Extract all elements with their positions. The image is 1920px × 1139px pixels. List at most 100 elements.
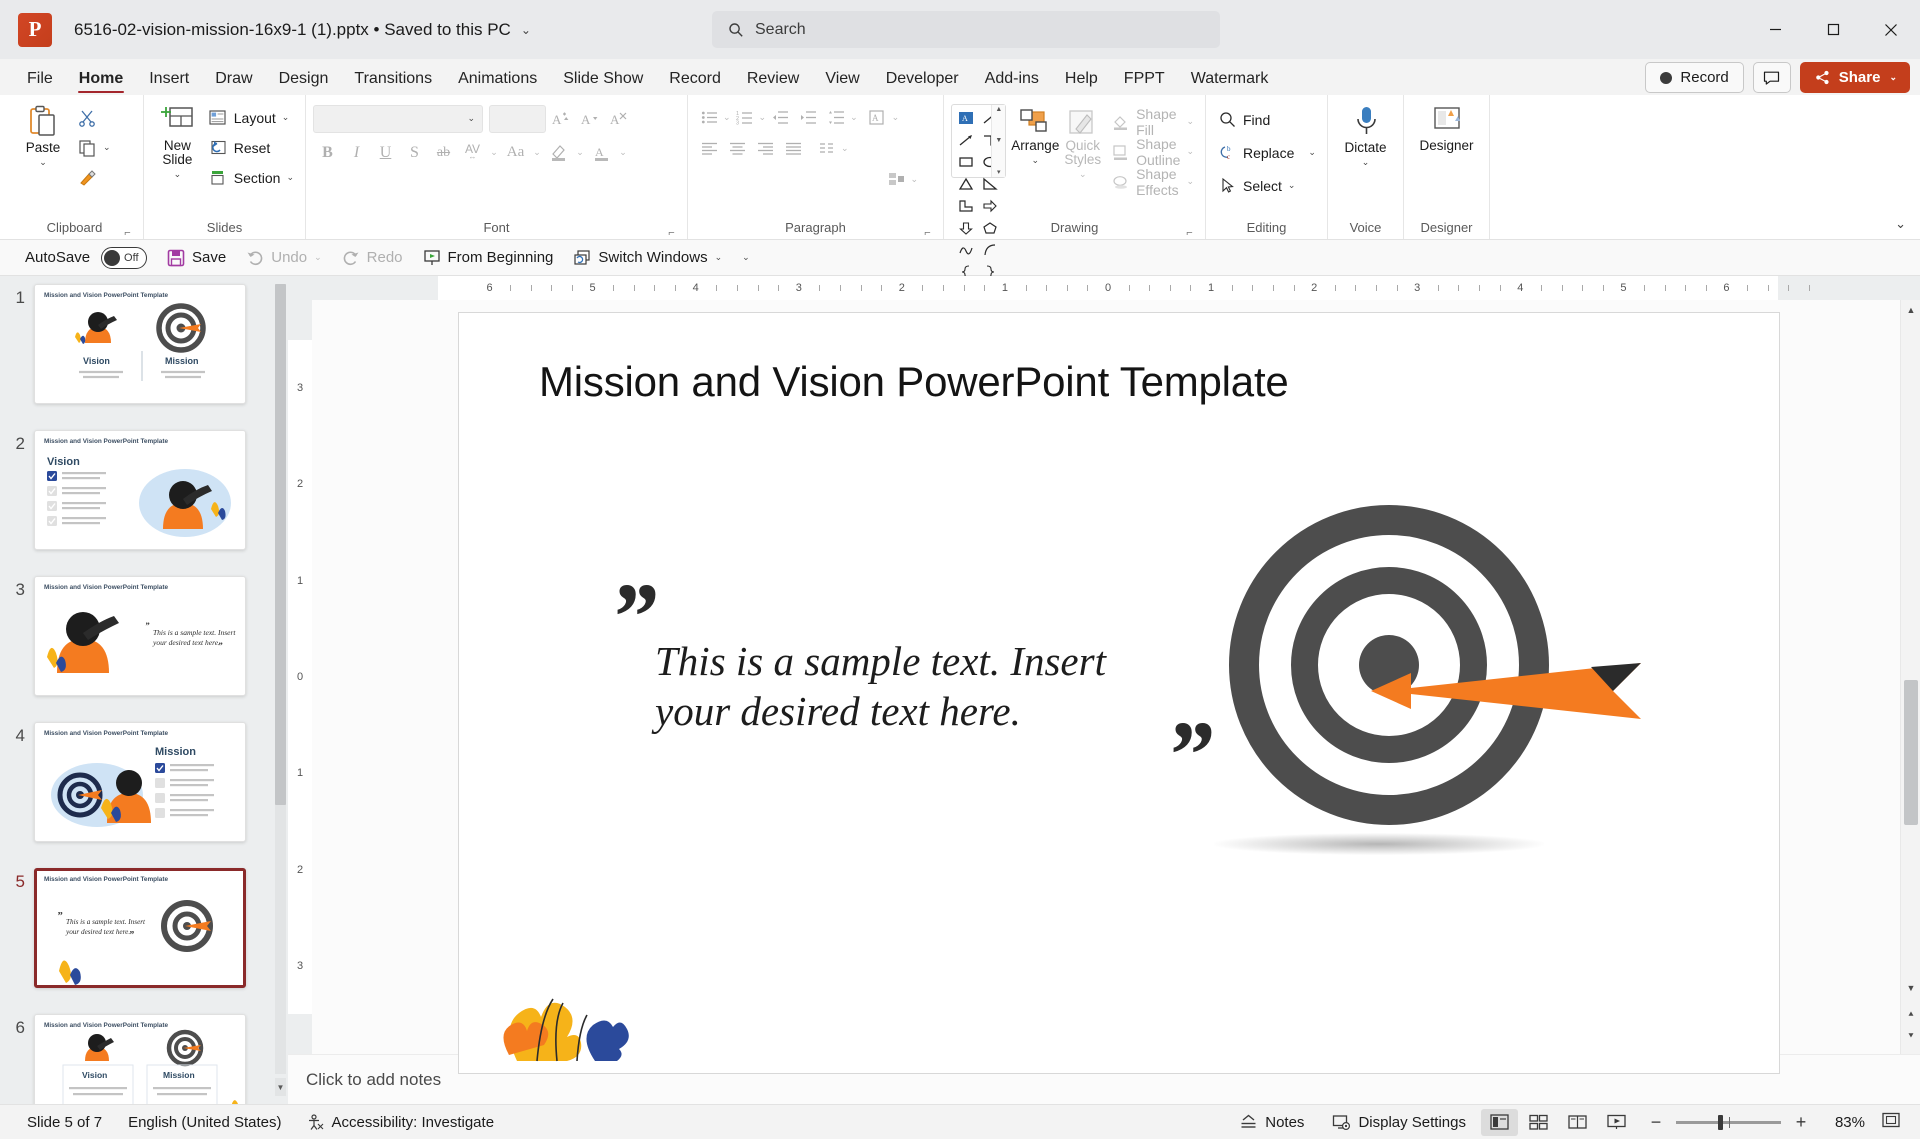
- list-item[interactable]: 5 Mission and Vision PowerPoint Template…: [0, 868, 288, 988]
- minimize-button[interactable]: [1746, 0, 1804, 59]
- tab-add-ins[interactable]: Add-ins: [972, 62, 1052, 95]
- slide-count-indicator[interactable]: Slide 5 of 7: [14, 1109, 115, 1136]
- strikethrough-button[interactable]: ab: [429, 138, 458, 167]
- redo-button[interactable]: Redo: [335, 244, 410, 272]
- font-size-input[interactable]: [489, 105, 546, 133]
- list-item[interactable]: 1 Mission and Vision PowerPoint Template…: [0, 284, 288, 404]
- shape-rectangle-icon[interactable]: [954, 151, 978, 173]
- scroll-down-icon[interactable]: ▼: [1901, 978, 1920, 998]
- autosave-switch[interactable]: Off: [101, 247, 147, 269]
- paste-button[interactable]: Paste ⌄: [13, 100, 73, 217]
- thumbnail-slide-6[interactable]: Mission and Vision PowerPoint Template V…: [34, 1014, 246, 1104]
- record-button[interactable]: Record: [1645, 62, 1743, 93]
- chevron-down-icon[interactable]: ⌄: [1079, 169, 1087, 180]
- designer-button[interactable]: Designer: [1411, 100, 1482, 217]
- copy-button[interactable]: ⌄: [73, 134, 115, 161]
- accessibility-indicator[interactable]: Accessibility: Investigate: [294, 1109, 507, 1136]
- reset-button[interactable]: Reset: [204, 134, 298, 161]
- editor-vertical-scrollbar[interactable]: ▲ ▼ ⯅ ⯆: [1900, 300, 1920, 1054]
- chevron-down-icon[interactable]: ⌄: [103, 142, 111, 153]
- chevron-down-icon[interactable]: ⌄: [1186, 116, 1194, 127]
- horizontal-ruler-bar[interactable]: 6543210123456: [438, 276, 1778, 300]
- slide-thumbnail-pane[interactable]: 1 Mission and Vision PowerPoint Template…: [0, 276, 288, 1104]
- from-beginning-button[interactable]: From Beginning: [416, 244, 561, 272]
- slide-stage[interactable]: Mission and Vision PowerPoint Template ”…: [312, 300, 1900, 1054]
- undo-button[interactable]: Undo ⌄: [239, 244, 328, 272]
- text-shadow-button[interactable]: S: [400, 138, 429, 167]
- tab-watermark[interactable]: Watermark: [1178, 62, 1282, 95]
- chevron-down-icon[interactable]: ⌄: [892, 112, 900, 123]
- tab-help[interactable]: Help: [1052, 62, 1111, 95]
- align-right-button[interactable]: [751, 135, 779, 162]
- scroll-down-icon[interactable]: ▼: [995, 137, 1002, 144]
- tab-design[interactable]: Design: [266, 62, 342, 95]
- gallery-more-icon[interactable]: ▾: [997, 168, 1001, 176]
- italic-button[interactable]: I: [342, 138, 371, 167]
- tab-home[interactable]: Home: [66, 62, 136, 95]
- underline-button[interactable]: U: [371, 138, 400, 167]
- thumbnail-slide-4[interactable]: Mission and Vision PowerPoint Template M…: [34, 722, 246, 842]
- fit-to-window-button[interactable]: [1882, 1112, 1900, 1132]
- next-slide-button[interactable]: ⯆: [1901, 1026, 1920, 1046]
- tab-review[interactable]: Review: [734, 62, 812, 95]
- convert-to-smartart-button[interactable]: [882, 166, 910, 193]
- thumbnail-scroll-down-button[interactable]: ▼: [275, 1078, 286, 1096]
- chevron-down-icon[interactable]: ⌄: [1362, 157, 1370, 168]
- text-highlight-color-button[interactable]: [544, 138, 573, 167]
- slide-quote-block[interactable]: ” This is a sample text. Insert your des…: [609, 588, 1249, 736]
- chevron-down-icon[interactable]: ⌄: [1186, 176, 1194, 187]
- chevron-down-icon[interactable]: ⌄: [533, 147, 541, 158]
- quick-styles-button[interactable]: Quick Styles ⌄: [1064, 104, 1101, 217]
- chevron-down-icon[interactable]: ⌄: [910, 174, 918, 185]
- chevron-down-icon[interactable]: ⌄: [841, 143, 849, 154]
- tab-developer[interactable]: Developer: [873, 62, 972, 95]
- shape-triangle-icon[interactable]: [954, 173, 978, 195]
- increase-indent-button[interactable]: [794, 104, 822, 131]
- chevron-down-icon[interactable]: ⌄: [490, 147, 498, 158]
- reading-view-button[interactable]: [1559, 1109, 1596, 1136]
- chevron-down-icon[interactable]: ⌄: [1889, 72, 1897, 83]
- paragraph-dialog-launcher[interactable]: ⌐: [921, 222, 934, 235]
- find-button[interactable]: Find: [1213, 106, 1320, 133]
- close-button[interactable]: [1862, 0, 1920, 59]
- chevron-down-icon[interactable]: ⌄: [742, 252, 750, 263]
- decrease-font-size-button[interactable]: A: [575, 104, 604, 133]
- chevron-down-icon[interactable]: ⌄: [282, 112, 290, 123]
- list-item[interactable]: 3 Mission and Vision PowerPoint Template…: [0, 576, 288, 696]
- scrollbar-thumb[interactable]: [275, 284, 286, 805]
- language-indicator[interactable]: English (United States): [115, 1109, 294, 1136]
- scroll-up-icon[interactable]: ▲: [1901, 300, 1920, 320]
- character-spacing-button[interactable]: AV ↔: [458, 138, 487, 167]
- slide-canvas[interactable]: Mission and Vision PowerPoint Template ”…: [459, 313, 1779, 1073]
- select-button[interactable]: Select ⌄: [1213, 172, 1320, 199]
- notes-button[interactable]: Notes: [1226, 1109, 1317, 1136]
- arrange-button[interactable]: Arrange ⌄: [1011, 104, 1059, 217]
- text-direction-button[interactable]: A: [864, 104, 892, 131]
- shape-fill-button[interactable]: Shape Fill ⌄: [1106, 108, 1198, 135]
- search-input[interactable]: Search: [712, 11, 1220, 48]
- tab-insert[interactable]: Insert: [136, 62, 202, 95]
- change-case-button[interactable]: Aa: [501, 138, 530, 167]
- collapse-ribbon-button[interactable]: ⌄: [1895, 216, 1906, 232]
- drawing-dialog-launcher[interactable]: ⌐: [1183, 222, 1196, 235]
- vertical-ruler-bar[interactable]: 3210123: [288, 340, 312, 1014]
- zoom-control[interactable]: − + 83%: [1637, 1112, 1910, 1133]
- tab-view[interactable]: View: [812, 62, 872, 95]
- chevron-down-icon[interactable]: ⌄: [521, 23, 531, 37]
- font-color-button[interactable]: A: [587, 138, 616, 167]
- customize-qat-button[interactable]: ⌄: [735, 244, 757, 272]
- chevron-down-icon[interactable]: ⌄: [850, 112, 858, 123]
- slide-sorter-button[interactable]: [1520, 1109, 1557, 1136]
- shape-curve-icon[interactable]: [954, 239, 978, 261]
- previous-slide-button[interactable]: ⯅: [1901, 1004, 1920, 1024]
- chevron-down-icon[interactable]: ⌄: [759, 112, 767, 123]
- comments-button[interactable]: [1753, 62, 1791, 93]
- chevron-down-icon[interactable]: ⌄: [314, 252, 322, 263]
- slideshow-view-button[interactable]: [1598, 1109, 1635, 1136]
- clipboard-dialog-launcher[interactable]: ⌐: [121, 222, 134, 235]
- scrollbar-thumb[interactable]: [1904, 680, 1918, 825]
- tab-draw[interactable]: Draw: [202, 62, 265, 95]
- thumbnail-slide-5[interactable]: Mission and Vision PowerPoint Template ”…: [34, 868, 246, 988]
- maximize-button[interactable]: [1804, 0, 1862, 59]
- autosave-toggle[interactable]: AutoSave Off: [18, 244, 154, 272]
